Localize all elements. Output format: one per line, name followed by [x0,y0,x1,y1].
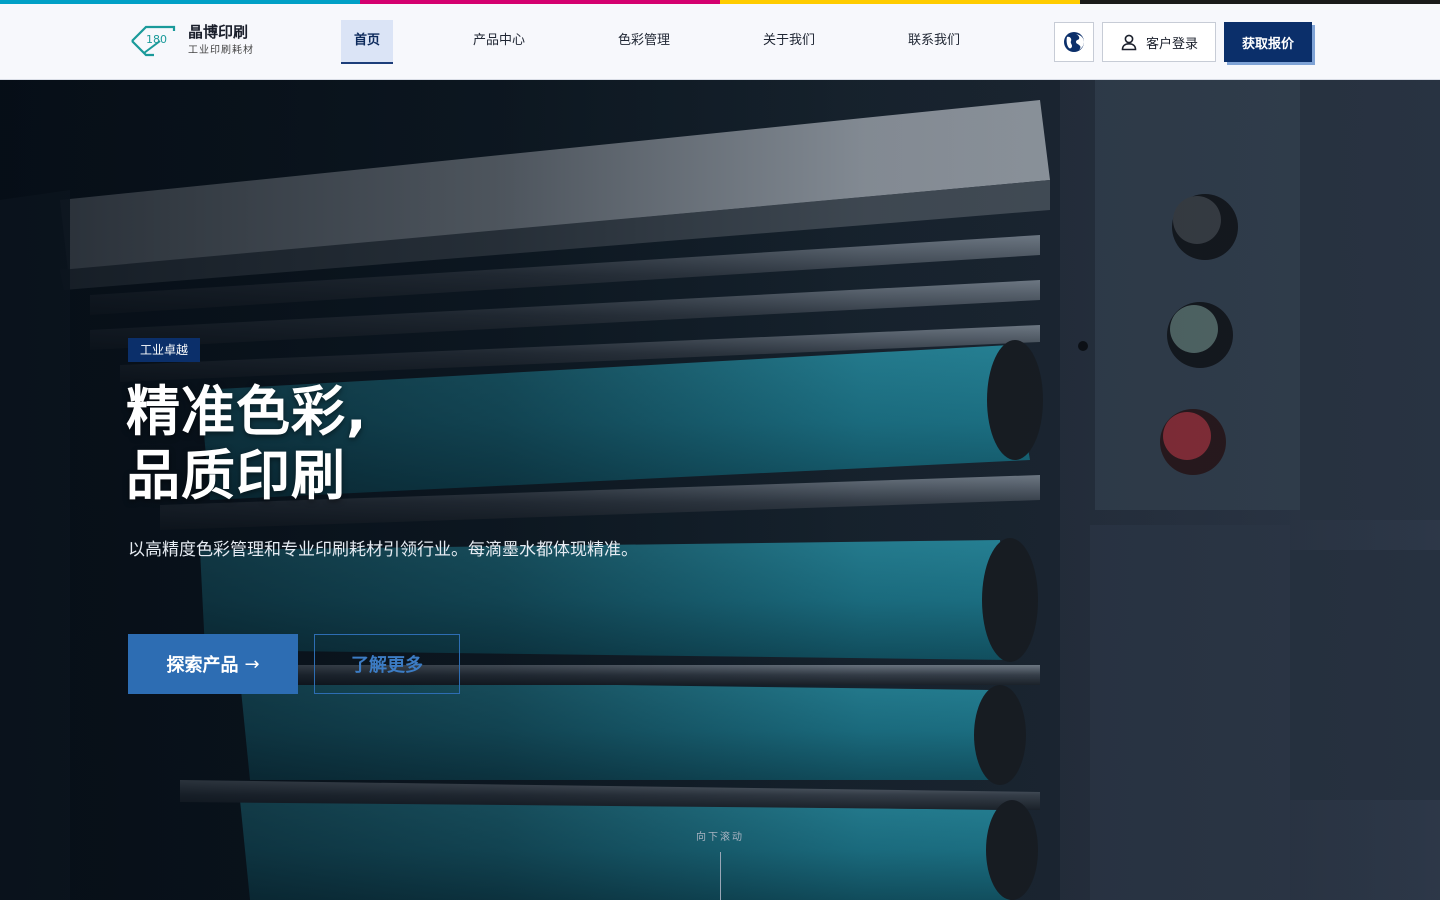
main-nav: 首页 产品中心 色彩管理 关于我们 联系我们 [341,20,980,64]
logo-title: 晶博印刷 [188,23,249,41]
globe-icon [1064,32,1084,52]
nav-contact[interactable]: 联系我们 [888,20,980,64]
stripe-yellow [720,0,1080,4]
hero-title: 精准色彩, 品质印刷 [126,380,368,508]
stripe-black [1080,0,1440,4]
stripe-magenta [360,0,720,4]
scroll-indicator-line[interactable] [720,852,721,900]
nav-about[interactable]: 关于我们 [743,20,835,64]
logo-mark-icon: 180 [131,25,176,56]
logo[interactable]: 180 晶博印刷 工业印刷耗材 [130,22,254,59]
nav-color-management[interactable]: 色彩管理 [598,20,690,64]
explore-products-label: 探索产品 [166,655,239,676]
site-header: 180 晶博印刷 工业印刷耗材 首页 产品中心 色彩管理 关于我们 联系我们 客… [0,4,1440,80]
language-button[interactable] [1054,22,1094,62]
nav-home[interactable]: 首页 [341,20,393,64]
explore-products-button[interactable]: 探索产品 → [128,634,298,694]
hero-section: 工业卓越 精准色彩, 品质印刷 以高精度色彩管理和专业印刷耗材引领行业。每滴墨水… [0,80,1440,900]
arrow-right-icon: → [244,653,260,675]
logo-subtitle: 工业印刷耗材 [188,45,254,56]
scroll-hint: 向下滚动 [696,832,744,843]
login-label: 客户登录 [1145,36,1198,52]
logo-mark-text: 180 [146,33,167,46]
user-icon [1121,34,1137,51]
hero-title-line2: 品质印刷 [126,444,346,507]
get-quote-button[interactable]: 获取报价 [1224,22,1312,62]
hero-description: 以高精度色彩管理和专业印刷耗材引领行业。每滴墨水都体现精准。 [128,540,638,560]
nav-products[interactable]: 产品中心 [453,20,545,64]
learn-more-button[interactable]: 了解更多 [314,634,460,694]
login-button[interactable]: 客户登录 [1102,22,1216,62]
hero-title-line1: 精准色彩, [126,380,368,443]
brand-color-stripe [0,0,1440,4]
hero-badge: 工业卓越 [128,338,201,362]
stripe-cyan [0,0,360,4]
